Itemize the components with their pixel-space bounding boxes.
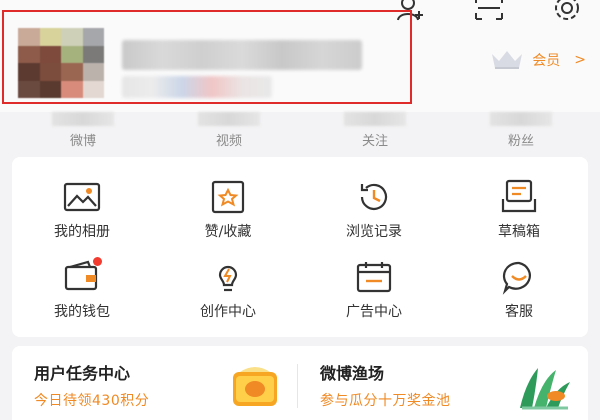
menu-item-wallet[interactable]: 我的钱包 bbox=[27, 257, 137, 329]
avatar[interactable] bbox=[18, 28, 104, 98]
wallet-icon bbox=[62, 257, 102, 295]
menu-card: 我的相册 赞/收藏 浏览记录 草稿箱 我的钱包 创作中心 广告中心 客服 bbox=[12, 157, 588, 337]
menu-label: 浏览记录 bbox=[346, 224, 402, 240]
settings-icon[interactable] bbox=[550, 0, 584, 22]
stat-label: 视频 bbox=[215, 134, 242, 149]
stat-label: 关注 bbox=[361, 134, 388, 149]
photo-album-icon bbox=[62, 179, 102, 215]
creator-center-icon bbox=[208, 259, 248, 295]
stat-following[interactable]: 关注 bbox=[330, 112, 420, 149]
promo-card: 用户任务中心 今日待领430积分 微博渔场 参与瓜分十万奖金池 bbox=[12, 346, 588, 420]
ad-center-icon bbox=[354, 259, 394, 295]
notification-dot bbox=[93, 257, 102, 266]
promo-divider bbox=[297, 364, 298, 408]
crown-icon bbox=[488, 48, 526, 72]
profile-highlight-box bbox=[2, 10, 412, 104]
user-info-blurred bbox=[122, 76, 272, 98]
fish-farm-icon bbox=[512, 362, 574, 410]
top-toolbar bbox=[394, 0, 584, 22]
vip-label: 会员 bbox=[532, 53, 561, 69]
task-center-entry[interactable]: 用户任务中心 今日待领430积分 bbox=[34, 360, 149, 410]
stat-label: 微博 bbox=[69, 134, 96, 149]
stat-video[interactable]: 视频 bbox=[184, 112, 274, 149]
coin-box-icon bbox=[230, 362, 280, 410]
stat-value-blurred bbox=[52, 112, 114, 126]
task-center-subtitle: 今日待领430积分 bbox=[34, 393, 150, 409]
favorites-icon bbox=[208, 179, 248, 215]
stat-value-blurred bbox=[344, 112, 406, 126]
menu-label: 草稿箱 bbox=[498, 224, 540, 240]
profile-header: 会员 > bbox=[0, 0, 600, 112]
fish-farm-title: 微博渔场 bbox=[320, 364, 385, 383]
vip-entry[interactable]: 会员 > bbox=[488, 48, 586, 72]
stat-value-blurred bbox=[198, 112, 260, 126]
task-center-title: 用户任务中心 bbox=[34, 364, 131, 383]
menu-label: 客服 bbox=[505, 304, 533, 320]
fish-farm-entry[interactable]: 微博渔场 参与瓜分十万奖金池 bbox=[320, 360, 451, 410]
menu-label: 创作中心 bbox=[200, 304, 256, 320]
menu-label: 我的相册 bbox=[54, 224, 110, 240]
menu-item-drafts[interactable]: 草稿箱 bbox=[464, 179, 574, 249]
fish-farm-subtitle: 参与瓜分十万奖金池 bbox=[320, 393, 451, 409]
scan-icon[interactable] bbox=[472, 0, 506, 22]
menu-item-customer-service[interactable]: 客服 bbox=[464, 259, 574, 329]
username-blurred bbox=[122, 40, 362, 70]
stat-label: 粉丝 bbox=[507, 134, 534, 149]
chevron-right-icon: > bbox=[574, 52, 586, 68]
drafts-icon bbox=[499, 179, 539, 215]
stat-followers[interactable]: 粉丝 bbox=[476, 112, 566, 149]
customer-service-icon bbox=[499, 259, 539, 295]
menu-item-creator[interactable]: 创作中心 bbox=[173, 259, 283, 329]
menu-item-ad-center[interactable]: 广告中心 bbox=[319, 259, 429, 329]
menu-item-history[interactable]: 浏览记录 bbox=[319, 179, 429, 249]
stat-value-blurred bbox=[490, 112, 552, 126]
stat-weibo[interactable]: 微博 bbox=[38, 112, 128, 149]
menu-label: 我的钱包 bbox=[54, 304, 110, 320]
menu-item-favorites[interactable]: 赞/收藏 bbox=[173, 179, 283, 249]
menu-item-album[interactable]: 我的相册 bbox=[27, 179, 137, 249]
menu-label: 广告中心 bbox=[346, 304, 402, 320]
stats-row: 微博 视频 关注 粉丝 bbox=[0, 112, 600, 150]
menu-label: 赞/收藏 bbox=[204, 224, 252, 240]
history-icon bbox=[354, 179, 394, 215]
